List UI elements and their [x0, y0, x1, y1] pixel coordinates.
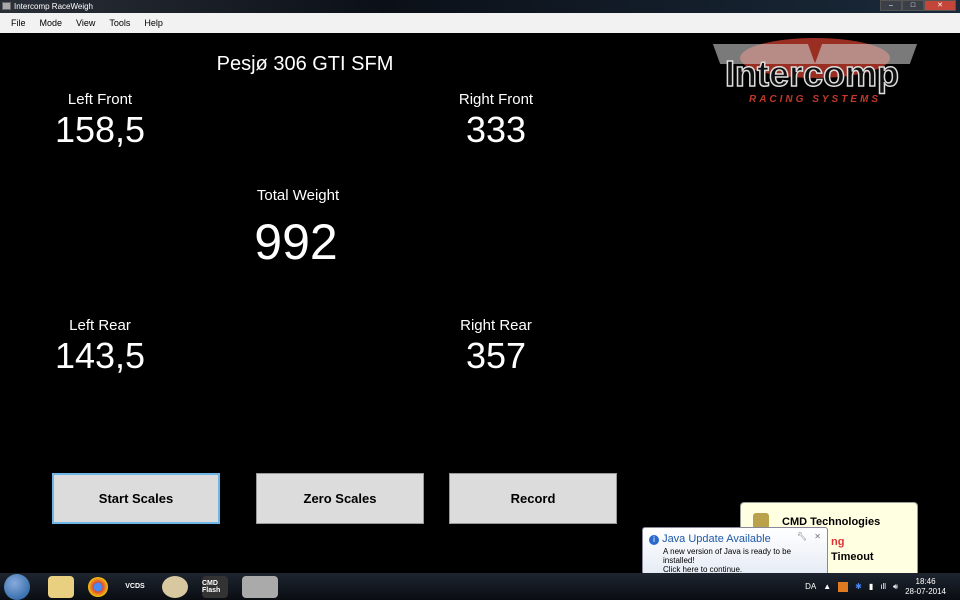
- window-title: Intercomp RaceWeigh: [14, 2, 93, 11]
- menu-mode[interactable]: Mode: [33, 18, 70, 28]
- show-hidden-icons[interactable]: ▲: [823, 582, 831, 591]
- left-rear-label: Left Rear: [69, 317, 131, 334]
- close-icon[interactable]: ✕: [814, 532, 821, 541]
- network-icon[interactable]: ▮: [869, 582, 873, 591]
- chrome-icon[interactable]: [88, 576, 108, 597]
- svg-text:Intercomp: Intercomp: [725, 53, 899, 94]
- total-weight-value: 992: [254, 214, 338, 270]
- menu-bar: File Mode View Tools Help: [0, 13, 960, 33]
- paint-icon[interactable]: [162, 575, 188, 598]
- right-front-label: Right Front: [458, 91, 534, 108]
- cmd-status: ng: [831, 536, 845, 548]
- java-message: A new version of Java is ready to be ins…: [663, 547, 792, 565]
- java-tray-icon[interactable]: [838, 581, 849, 592]
- left-front-label: Left Front: [67, 91, 133, 108]
- svg-text:RACING SYSTEMS: RACING SYSTEMS: [749, 94, 881, 105]
- minimize-button[interactable]: –: [880, 0, 902, 11]
- zero-scales-button[interactable]: Zero Scales: [256, 473, 424, 524]
- menu-tools[interactable]: Tools: [102, 18, 137, 28]
- info-icon: i: [649, 535, 659, 545]
- title-bar: Intercomp RaceWeigh – □ ✕: [0, 0, 960, 13]
- right-rear-value: 357: [465, 335, 527, 376]
- car-name: Pesjø 306 GTI SFM: [216, 53, 394, 75]
- raceweigh-icon[interactable]: [242, 575, 278, 598]
- time: 18:46: [915, 576, 936, 586]
- date: 28-07-2014: [905, 586, 946, 596]
- volume-icon[interactable]: 🔊︎: [893, 582, 898, 592]
- left-rear-value: 143,5: [54, 335, 146, 376]
- main-panel: Pesjø 306 GTI SFM Intercomp RACING SYSTE…: [0, 33, 960, 573]
- intercomp-logo: Intercomp RACING SYSTEMS: [712, 38, 918, 105]
- total-weight-label: Total Weight: [256, 187, 340, 204]
- vcds-icon[interactable]: VCDS: [122, 576, 148, 598]
- settings-icon[interactable]: 🔧︎: [797, 532, 807, 541]
- signal-icon[interactable]: ıll: [880, 582, 886, 591]
- cmd-flash-icon[interactable]: CMD Flash: [202, 575, 228, 598]
- bluetooth-icon[interactable]: ✱: [855, 582, 862, 591]
- menu-view[interactable]: View: [69, 18, 102, 28]
- start-button[interactable]: [4, 573, 30, 600]
- clock[interactable]: 18:46 28-07-2014: [905, 577, 946, 597]
- explorer-icon[interactable]: [48, 575, 74, 598]
- language-indicator[interactable]: DA: [805, 582, 816, 591]
- system-tray: DA ▲ ✱ ▮ ıll 🔊︎ 18:46 28-07-2014: [805, 573, 960, 600]
- record-button[interactable]: Record: [449, 473, 617, 524]
- menu-help[interactable]: Help: [137, 18, 170, 28]
- right-front-value: 333: [465, 109, 527, 150]
- close-button[interactable]: ✕: [924, 0, 956, 11]
- cmd-timeout: Timeout: [831, 551, 874, 563]
- app-icon: [2, 2, 11, 10]
- right-rear-label: Right Rear: [460, 317, 532, 334]
- java-update-notification[interactable]: i Java Update Available 🔧︎ ✕ A new versi…: [642, 527, 828, 575]
- maximize-button[interactable]: □: [902, 0, 924, 11]
- menu-file[interactable]: File: [4, 18, 33, 28]
- left-front-value: 158,5: [54, 109, 146, 150]
- java-title: Java Update Available: [662, 533, 771, 545]
- start-scales-button[interactable]: Start Scales: [52, 473, 220, 524]
- taskbar: VCDS CMD Flash DA ▲ ✱ ▮ ıll 🔊︎ 18:46 28-0…: [0, 573, 960, 600]
